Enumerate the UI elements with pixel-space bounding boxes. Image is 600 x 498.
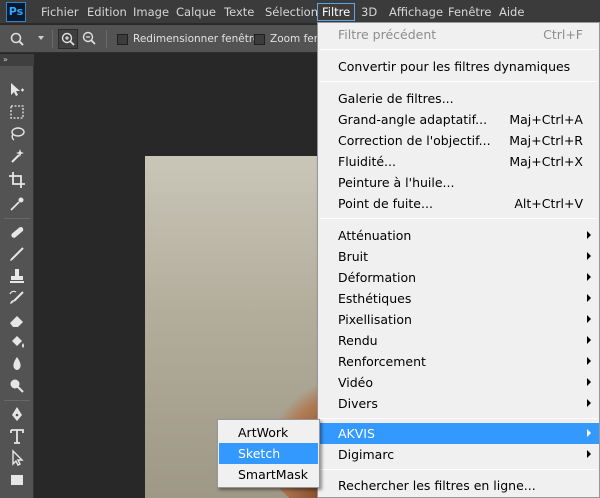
filter-menu-item-adaptive-wide-angle[interactable]: Grand-angle adaptatif... Maj+Ctrl+A <box>318 109 599 130</box>
menu-selection[interactable]: Sélection <box>265 0 318 24</box>
marquee-tool-icon[interactable] <box>7 102 27 122</box>
shape-tool-icon[interactable] <box>7 470 27 490</box>
filter-menu-item-browse-filters-online[interactable]: Rechercher les filtres en ligne... <box>318 475 599 496</box>
submenu-arrow-icon <box>587 294 591 302</box>
dodge-tool-icon[interactable] <box>7 376 27 396</box>
tool-preset-dropdown-icon[interactable] <box>38 36 44 40</box>
submenu-arrow-icon <box>587 231 591 239</box>
filter-menu-item-sharpen[interactable]: Renforcement <box>318 351 599 372</box>
submenu-arrow-icon <box>587 399 591 407</box>
quick-selection-tool-icon[interactable] <box>7 146 27 166</box>
zoom-tool-preset-icon[interactable] <box>8 31 30 47</box>
filter-menu-item-filter-gallery[interactable]: Galerie de filtres... <box>318 88 599 109</box>
submenu-arrow-icon <box>587 336 591 344</box>
eraser-tool-icon[interactable] <box>7 310 27 330</box>
toolbox-separator <box>4 400 30 401</box>
submenu-arrow-icon <box>587 378 591 386</box>
blur-tool-icon[interactable] <box>7 354 27 374</box>
zoom-out-button[interactable] <box>80 29 100 49</box>
filter-menu-item-stylize[interactable]: Esthétiques <box>318 288 599 309</box>
filter-menu-item-akvis[interactable]: AKVIS <box>318 423 599 444</box>
submenu-arrow-icon <box>587 252 591 260</box>
menu-separator <box>320 418 597 419</box>
filter-menu-item-distort[interactable]: Déformation <box>318 267 599 288</box>
akvis-item-smartmask[interactable]: SmartMask <box>219 464 318 485</box>
akvis-submenu: ArtWork Sketch SmartMask <box>217 419 320 488</box>
menu-aide[interactable]: Aide <box>499 0 524 24</box>
filter-menu-item-noise[interactable]: Bruit <box>318 246 599 267</box>
filter-menu-item-liquify[interactable]: Fluidité... Maj+Ctrl+X <box>318 151 599 172</box>
akvis-item-sketch[interactable]: Sketch <box>219 443 318 464</box>
submenu-arrow-icon <box>587 273 591 281</box>
filter-menu-item-vanishing-point[interactable]: Point de fuite... Alt+Ctrl+V <box>318 193 599 214</box>
menu-separator <box>320 49 597 50</box>
toolbox: » <box>0 54 34 498</box>
toolbox-separator <box>4 218 30 219</box>
zoom-in-button[interactable] <box>58 29 78 49</box>
move-tool-icon[interactable] <box>7 80 27 100</box>
filter-menu-item-previous-filter: Filtre précédent Ctrl+F <box>338 27 583 42</box>
submenu-arrow-icon <box>587 357 591 365</box>
path-selection-tool-icon[interactable] <box>7 448 27 468</box>
resize-windows-label: Redimensionner fenêtres <box>133 33 265 45</box>
submenu-arrow-icon <box>587 429 591 437</box>
crop-tool-icon[interactable] <box>7 170 27 190</box>
menu-3d[interactable]: 3D <box>361 0 377 24</box>
menu-image[interactable]: Image <box>133 0 169 24</box>
resize-windows-checkbox[interactable] <box>117 34 128 45</box>
filter-menu-item-blur[interactable]: Atténuation <box>318 225 599 246</box>
akvis-item-artwork[interactable]: ArtWork <box>219 422 318 443</box>
menu-calque[interactable]: Calque <box>176 0 216 24</box>
filter-menu-item-oil-paint[interactable]: Peinture à l'huile... <box>318 172 599 193</box>
menu-fenetre[interactable]: Fenêtre <box>448 0 491 24</box>
filter-menu-item-other[interactable]: Divers <box>318 393 599 414</box>
menu-separator <box>320 81 597 82</box>
menu-bar: Ps Fichier Edition Image Calque Texte Sé… <box>0 0 600 24</box>
photoshop-logo: Ps <box>6 2 26 22</box>
brush-tool-icon[interactable] <box>7 244 27 264</box>
menu-separator <box>320 469 597 470</box>
submenu-arrow-icon <box>587 315 591 323</box>
menu-separator <box>320 218 597 219</box>
menu-filtre[interactable]: Filtre <box>317 3 356 21</box>
filter-menu: Filtre précédent Ctrl+F Convertir pour l… <box>317 22 600 498</box>
menu-affichage[interactable]: Affichage <box>389 0 443 24</box>
pen-tool-icon[interactable] <box>7 404 27 424</box>
filter-menu-item-video[interactable]: Vidéo <box>318 372 599 393</box>
menu-edition[interactable]: Edition <box>87 0 127 24</box>
eyedropper-tool-icon[interactable] <box>7 194 27 214</box>
healing-brush-tool-icon[interactable] <box>7 222 27 242</box>
type-tool-icon[interactable] <box>7 426 27 446</box>
filter-menu-item-convert-smart-filters[interactable]: Convertir pour les filtres dynamiques <box>318 56 599 77</box>
submenu-arrow-icon <box>587 450 591 458</box>
menu-fichier[interactable]: Fichier <box>41 0 79 24</box>
paint-bucket-tool-icon[interactable] <box>7 332 27 352</box>
options-separator <box>106 30 107 48</box>
zoom-all-windows-checkbox[interactable] <box>254 34 265 45</box>
lasso-tool-icon[interactable] <box>7 124 27 144</box>
toolbox-collapse-handle[interactable]: » <box>0 54 34 66</box>
filter-menu-item-pixelate[interactable]: Pixellisation <box>318 309 599 330</box>
filter-menu-item-lens-correction[interactable]: Correction de l'objectif... Maj+Ctrl+R <box>318 130 599 151</box>
options-separator <box>52 30 53 48</box>
history-brush-tool-icon[interactable] <box>7 288 27 308</box>
filter-menu-item-digimarc[interactable]: Digimarc <box>318 444 599 465</box>
clone-stamp-tool-icon[interactable] <box>7 266 27 286</box>
menu-texte[interactable]: Texte <box>224 0 254 24</box>
filter-menu-item-render[interactable]: Rendu <box>318 330 599 351</box>
